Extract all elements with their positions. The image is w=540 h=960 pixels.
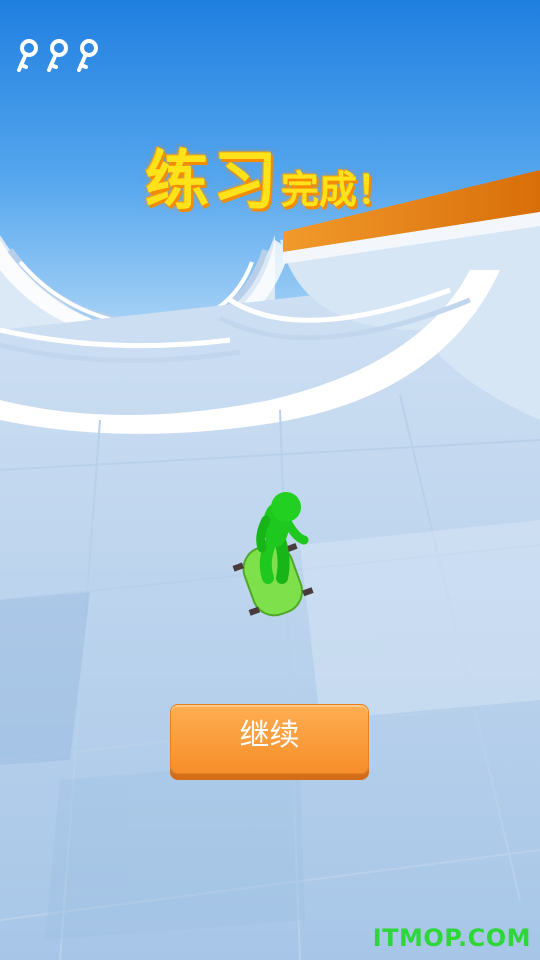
key-icon xyxy=(47,39,68,72)
title-main: 练习 xyxy=(144,145,281,219)
result-title: 练习完成！ xyxy=(0,130,540,222)
key-icon xyxy=(17,39,38,72)
keys-collected xyxy=(14,38,100,74)
key-icon xyxy=(77,39,98,72)
continue-button[interactable]: 继续 xyxy=(170,704,369,774)
title-sub: 完成！ xyxy=(280,168,395,212)
watermark-text: ITMOP.COM xyxy=(372,924,531,952)
